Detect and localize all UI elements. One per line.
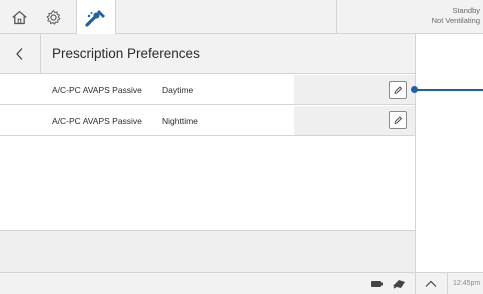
back-button[interactable] bbox=[0, 34, 41, 74]
row-mode: A/C-PC AVAPS Passive bbox=[52, 85, 142, 95]
footer-bar: 12:45pm bbox=[0, 272, 483, 294]
pencil-icon bbox=[394, 116, 402, 124]
callout-line bbox=[416, 89, 483, 91]
page-title: Prescription Preferences bbox=[52, 46, 200, 61]
topbar-divider bbox=[336, 0, 337, 34]
table-row[interactable]: A/C-PC AVAPS Passive Daytime bbox=[0, 75, 415, 105]
edit-button-nighttime[interactable] bbox=[389, 111, 407, 129]
home-icon bbox=[12, 10, 27, 24]
expand-button[interactable] bbox=[423, 277, 439, 291]
footer-divider bbox=[415, 273, 416, 294]
ventilation-status: Standby Not Ventilating bbox=[432, 6, 480, 26]
status-not-ventilating: Not Ventilating bbox=[431, 16, 480, 25]
chevron-left-icon bbox=[16, 48, 23, 60]
edit-button-daytime[interactable] bbox=[389, 81, 407, 99]
right-panel bbox=[415, 34, 483, 272]
power-plug-icon bbox=[393, 280, 405, 289]
bottom-panel bbox=[0, 230, 415, 272]
callout-dot bbox=[411, 86, 418, 93]
footer-divider bbox=[447, 273, 448, 294]
tools-tab[interactable] bbox=[76, 0, 116, 35]
home-button[interactable] bbox=[3, 0, 36, 34]
table-row[interactable]: A/C-PC AVAPS Passive Nighttime bbox=[0, 106, 415, 136]
chevron-up-icon bbox=[425, 280, 437, 287]
settings-button[interactable] bbox=[37, 0, 70, 34]
row-period: Nighttime bbox=[162, 116, 198, 126]
clock: 12:45pm bbox=[453, 280, 481, 287]
gear-icon bbox=[46, 9, 61, 25]
top-bar: Standby Not Ventilating bbox=[0, 0, 483, 35]
row-period: Daytime bbox=[162, 85, 194, 95]
pencil-icon bbox=[394, 86, 402, 94]
tools-icon bbox=[85, 9, 105, 27]
battery-icon bbox=[371, 281, 383, 287]
status-standby: Standby bbox=[452, 6, 480, 15]
row-mode: A/C-PC AVAPS Passive bbox=[52, 116, 142, 126]
page-header: Prescription Preferences bbox=[0, 34, 415, 74]
app-screen: Standby Not Ventilating Prescription Pre… bbox=[0, 0, 483, 294]
